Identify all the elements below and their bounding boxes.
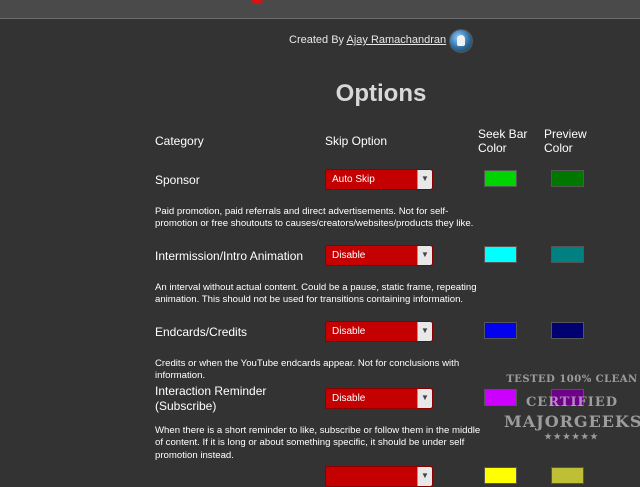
- seek-bar-color-endcards[interactable]: [484, 322, 517, 339]
- page-title: Options: [335, 80, 427, 107]
- chevron-down-icon: ▼: [417, 389, 432, 408]
- chevron-down-icon: ▼: [417, 246, 432, 265]
- watermark-line2: CERTIFIED: [525, 395, 619, 410]
- skip-option-value: Disable: [332, 393, 366, 404]
- category-intermission: Intermission/Intro Animation: [155, 249, 304, 263]
- preview-color-intermission[interactable]: [551, 246, 584, 263]
- header-preview-color: Preview Color: [544, 127, 587, 155]
- category-interaction-reminder: Interaction Reminder (Subscribe): [155, 384, 267, 413]
- author-link[interactable]: Ajay Ramachandran: [346, 34, 446, 46]
- credit-line: Created By Ajay Ramachandran: [289, 34, 446, 46]
- skip-option-select-row5[interactable]: ▼: [325, 466, 433, 487]
- chevron-down-icon: ▼: [417, 322, 432, 341]
- header-seek-bar-color: Seek Bar Color: [478, 127, 528, 155]
- author-avatar-icon: [449, 29, 473, 53]
- chevron-down-icon: ▼: [417, 467, 432, 486]
- description-intermission: An interval without actual content. Coul…: [155, 282, 477, 306]
- watermark-stars: ★★★★★★: [544, 431, 600, 441]
- description-sponsor: Paid promotion, paid referrals and direc…: [155, 206, 474, 230]
- preview-color-endcards[interactable]: [551, 322, 584, 339]
- watermark-line3: MAJORGEEKS: [504, 412, 640, 431]
- chevron-down-icon: ▼: [417, 170, 432, 189]
- skip-option-value: Auto Skip: [332, 174, 375, 185]
- preview-color-sponsor[interactable]: [551, 170, 584, 187]
- watermark-line1: TESTED 100% CLEAN: [506, 374, 638, 385]
- skip-option-value: Disable: [332, 250, 366, 261]
- skip-option-select-sponsor[interactable]: Auto Skip ▼: [325, 169, 433, 190]
- skip-option-select-interaction[interactable]: Disable ▼: [325, 388, 433, 409]
- header-skip-option: Skip Option: [325, 134, 388, 148]
- skip-option-value: Disable: [332, 326, 366, 337]
- top-bar: [0, 0, 640, 19]
- description-interaction: When there is a short reminder to like, …: [155, 425, 481, 461]
- skip-option-select-intermission[interactable]: Disable ▼: [325, 245, 433, 266]
- category-sponsor: Sponsor: [155, 173, 200, 187]
- skip-option-select-endcards[interactable]: Disable ▼: [325, 321, 433, 342]
- credit-prefix: Created By: [289, 34, 345, 46]
- seek-bar-color-sponsor[interactable]: [484, 170, 517, 187]
- description-endcards: Credits or when the YouTube endcards app…: [155, 358, 460, 382]
- category-endcards: Endcards/Credits: [155, 325, 248, 339]
- app-icon: [251, 0, 263, 4]
- majorgeeks-watermark: TESTED 100% CLEAN CERTIFIED MAJORGEEKS ★…: [504, 374, 640, 470]
- header-category: Category: [155, 134, 204, 148]
- seek-bar-color-intermission[interactable]: [484, 246, 517, 263]
